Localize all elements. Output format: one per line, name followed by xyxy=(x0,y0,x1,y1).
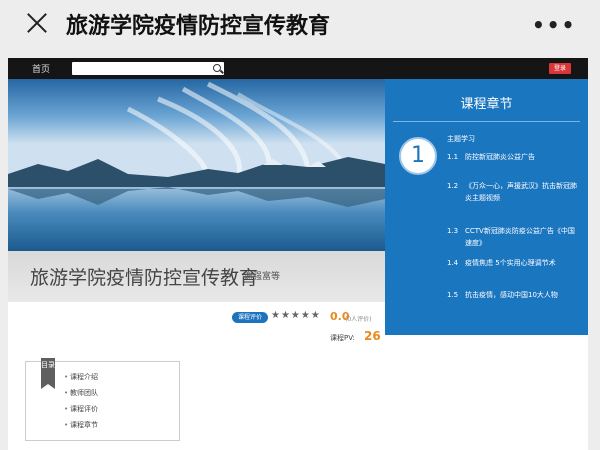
directory-tag: 目录 xyxy=(41,358,55,389)
chapter-item-number: 1.4 xyxy=(447,259,459,267)
site-top-nav: 首页 登录 xyxy=(8,58,588,81)
chapter-item-label: 抗击疫情，感动中国10大人物 xyxy=(465,291,558,299)
chapter-item-number: 1.2 xyxy=(447,182,459,190)
chapter-item-number: 1.5 xyxy=(447,291,459,299)
directory-item[interactable]: • 教师团队 xyxy=(64,387,98,403)
course-title-band: 旅游学院疫情防控宣传教育 谢强富等 xyxy=(8,251,385,302)
chapter-item[interactable]: 1.2 《万众一心，声援武汉》抗击新冠肺炎主题视频 xyxy=(447,180,577,204)
course-rating-badge: 课程评价 xyxy=(232,312,268,323)
chapter-item[interactable]: 1.5 抗击疫情，感动中国10大人物 xyxy=(447,289,577,301)
directory-item-label: 课程介绍 xyxy=(70,373,98,381)
directory-item[interactable]: • 课程评价 xyxy=(64,403,98,419)
page-views-label: 课程PV: xyxy=(330,334,355,342)
panel-divider xyxy=(393,121,580,122)
directory-list: • 课程介绍 • 教师团队 • 课程评价 • 课程章节 xyxy=(64,371,98,435)
webview-frame: 首页 登录 旅游学院疫情防控宣传教育 谢强富等 课程评价 ★★★★★ 0.0 (… xyxy=(8,58,588,450)
chapter-item[interactable]: 1.3 CCTV新冠肺炎防疫公益广告《中国速度》 xyxy=(447,225,577,249)
more-icon[interactable]: ••• xyxy=(532,13,576,37)
chapter-section-title[interactable]: 主题学习 xyxy=(447,134,475,144)
directory-item-label: 课程评价 xyxy=(70,405,98,413)
search-box xyxy=(72,62,224,81)
directory-item[interactable]: • 课程章节 xyxy=(64,419,98,435)
chapter-item-number: 1.1 xyxy=(447,153,459,161)
course-cover-image xyxy=(8,79,385,251)
search-icon[interactable] xyxy=(213,64,221,72)
directory-item-label: 课程章节 xyxy=(70,421,98,429)
page-views-value: 26 xyxy=(364,329,381,343)
chapter-item[interactable]: 1.4 疫情焦虑 5个实用心理调节术 xyxy=(447,257,577,269)
course-author: 谢强富等 xyxy=(244,272,281,282)
app-bar: 旅游学院疫情防控宣传教育 ••• xyxy=(0,0,600,48)
rating-stars[interactable]: ★★★★★ xyxy=(271,310,321,321)
chapter-item[interactable]: 1.1 防控新冠肺炎公益广告 xyxy=(447,151,577,163)
chapter-item-label: 疫情焦虑 5个实用心理调节术 xyxy=(465,259,556,267)
chapter-item-label: 防控新冠肺炎公益广告 xyxy=(465,153,535,161)
directory-item-label: 教师团队 xyxy=(70,389,98,397)
chapter-item-label: 《万众一心，声援武汉》抗击新冠肺炎主题视频 xyxy=(465,182,577,202)
chapter-panel-title: 课程章节 xyxy=(460,97,513,112)
rating-count: (0人评价) xyxy=(345,316,372,323)
directory-item[interactable]: • 课程介绍 xyxy=(64,371,98,387)
page-title: 旅游学院疫情防控宣传教育 xyxy=(66,14,331,39)
nav-home-link[interactable]: 首页 xyxy=(32,62,50,75)
chapter-panel: 课程章节 1 主题学习 1.1 防控新冠肺炎公益广告 1.2 《万众一心，声援武… xyxy=(385,79,588,335)
chapter-number-badge: 1 xyxy=(399,137,437,175)
close-icon[interactable] xyxy=(24,10,50,36)
course-title: 旅游学院疫情防控宣传教育 xyxy=(30,267,259,289)
chapter-item-label: CCTV新冠肺炎防疫公益广告《中国速度》 xyxy=(465,227,575,247)
lake-scenery-illustration xyxy=(8,79,385,251)
chapter-item-number: 1.3 xyxy=(447,227,459,235)
login-button[interactable]: 登录 xyxy=(549,63,571,74)
